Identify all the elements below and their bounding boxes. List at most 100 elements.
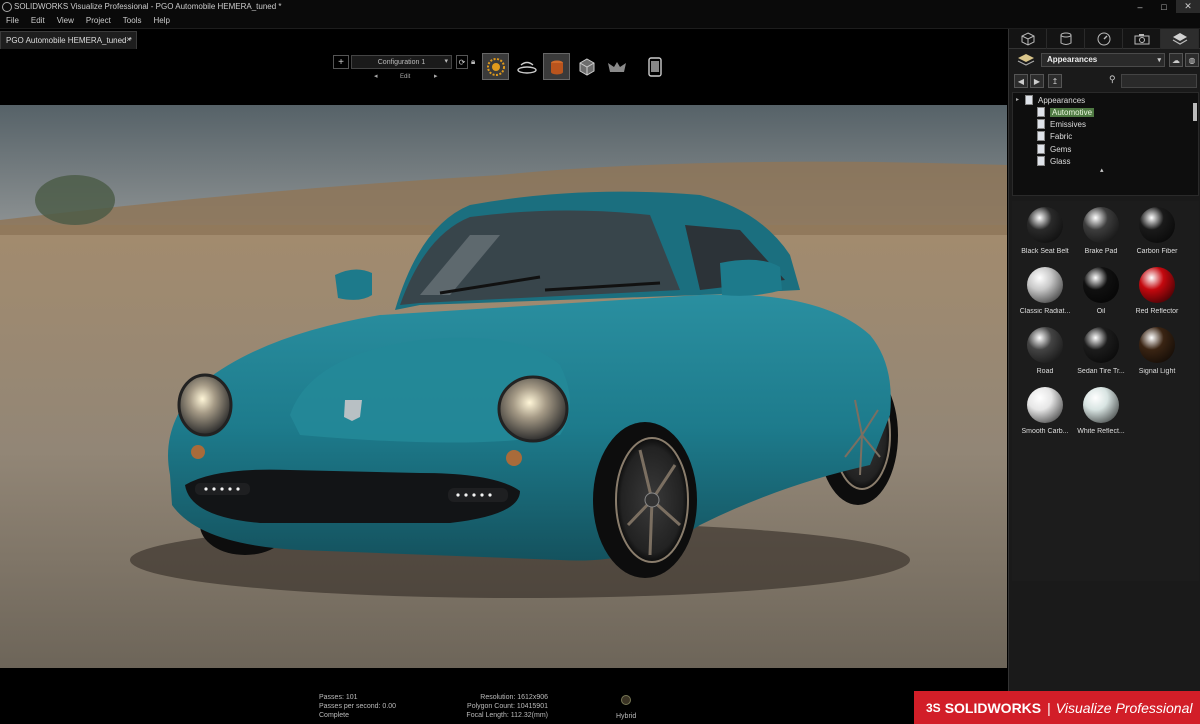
appearance-swatch[interactable]: Oil (1074, 267, 1128, 315)
library-dropdown[interactable]: Appearances ▾ (1041, 53, 1165, 67)
swatch-label: Red Reflector (1135, 308, 1179, 315)
window-controls: – □ ✕ (1128, 0, 1200, 13)
appearance-swatch[interactable]: Brake Pad (1074, 207, 1128, 255)
edit-label[interactable]: Edit (400, 74, 410, 80)
swatch-thumbnail (1083, 387, 1119, 423)
back-arrow-icon[interactable]: ◀ (1014, 74, 1028, 88)
render-mode-label[interactable]: Hybrid (616, 712, 636, 721)
swatch-thumbnail (1139, 327, 1175, 363)
tree-item-fabric[interactable]: Fabric (1037, 130, 1072, 142)
menu-bar: File Edit View Project Tools Help (0, 13, 1200, 29)
device-view-button[interactable] (641, 53, 668, 80)
cube-icon (579, 57, 594, 76)
brand-product: Visualize Professional (1055, 699, 1193, 716)
menu-project[interactable]: Project (80, 16, 117, 25)
ds-logo: 3S (926, 700, 941, 715)
swatch-label: White Reflect... (1077, 428, 1125, 435)
up-folder-icon[interactable]: ↥ (1048, 74, 1062, 88)
swatch-label: Black Seat Belt (1021, 248, 1069, 255)
render-mode-button[interactable] (482, 53, 509, 80)
tree-item-gems[interactable]: Gems (1037, 143, 1071, 155)
brand-separator: | (1047, 699, 1051, 716)
render-viewport[interactable] (0, 105, 1007, 668)
tab-scenes[interactable] (1085, 29, 1123, 49)
tab-models[interactable] (1009, 29, 1047, 49)
resolution-value: Resolution: 1612x906 (480, 694, 548, 701)
tab-close-button[interactable]: × (126, 35, 131, 44)
appearance-swatch[interactable]: Smooth Carb... (1018, 387, 1072, 435)
app-icon (2, 1, 12, 12)
sun-icon (486, 57, 505, 76)
swatch-thumbnail (1027, 387, 1063, 423)
collapse-icon[interactable]: ▸ (1016, 96, 1019, 103)
appearance-swatch[interactable]: Classic Radiat... (1018, 267, 1072, 315)
tree-item-glass[interactable]: Glass (1037, 155, 1070, 167)
car-render-image (0, 105, 1007, 668)
swatch-label: Carbon Fiber (1136, 248, 1178, 255)
swatch-thumbnail (1083, 207, 1119, 243)
turntable-icon (516, 61, 537, 74)
tab-cameras[interactable] (1123, 29, 1161, 49)
swatch-label: Smooth Carb... (1021, 428, 1069, 435)
cylinder-icon (1060, 32, 1071, 45)
swatch-label: Classic Radiat... (1019, 308, 1071, 315)
environment-mode-button[interactable] (603, 53, 630, 80)
swatch-thumbnail (1027, 207, 1063, 243)
menu-file[interactable]: File (0, 16, 25, 25)
cloud-library-button[interactable]: ☁ (1169, 53, 1183, 67)
tree-scrollbar[interactable] (1193, 95, 1197, 193)
folder-icon (1037, 131, 1045, 141)
model-icon (1021, 32, 1034, 46)
focal-length-value: Focal Length: 112.32(mm) (466, 712, 548, 719)
configuration-dropdown[interactable]: Configuration 1 ▾ (351, 55, 452, 69)
add-configuration-button[interactable]: + (333, 55, 349, 69)
globe-icon[interactable]: ◍ (1185, 53, 1199, 67)
hybrid-render-icon[interactable] (621, 695, 631, 705)
search-input[interactable] (1121, 74, 1197, 88)
refresh-icon[interactable]: ⟳ (456, 55, 468, 69)
menu-edit[interactable]: Edit (25, 16, 51, 25)
minimize-button[interactable]: – (1128, 0, 1152, 13)
swatch-thumbnail (1083, 267, 1119, 303)
model-mode-button[interactable] (573, 53, 600, 80)
close-button[interactable]: ✕ (1176, 0, 1200, 13)
menu-help[interactable]: Help (147, 16, 175, 25)
menu-tools[interactable]: Tools (117, 16, 148, 25)
lock-icon[interactable]: 🔒︎ (471, 57, 475, 67)
turntable-button[interactable] (513, 53, 540, 80)
solidworks-brand-logo: 3S SOLIDWORKS | Visualize Professional (914, 691, 1200, 724)
tablet-icon (647, 56, 662, 77)
swatch-label: Road (1036, 368, 1054, 375)
prev-configuration-button[interactable]: ◂ (374, 72, 378, 80)
menu-view[interactable]: View (51, 16, 80, 25)
configuration-value: Configuration 1 (377, 58, 426, 66)
tab-appearances-3d[interactable] (1047, 29, 1085, 49)
document-tab[interactable]: PGO Automobile HEMERA_tuned * × (0, 31, 137, 49)
appearance-swatch[interactable]: White Reflect... (1074, 387, 1128, 435)
forward-arrow-icon[interactable]: ▶ (1030, 74, 1044, 88)
swatch-label: Signal Light (1138, 368, 1176, 375)
tree-item-root[interactable]: Appearances (1025, 94, 1085, 106)
scene-stats: Resolution: 1612x906 Polygon Count: 1041… (462, 693, 548, 720)
swatch-thumbnail (1027, 267, 1063, 303)
appearance-swatch[interactable]: Signal Light (1130, 327, 1184, 375)
next-configuration-button[interactable]: ▸ (434, 72, 438, 80)
appearance-swatch[interactable]: Road (1018, 327, 1072, 375)
tree-item-emissives[interactable]: Emissives (1037, 118, 1086, 130)
palette-panel: Appearances ▾ ☁ ◍ ◀ ▶ ↥ ⚲ ▸ Appearances … (1008, 29, 1200, 724)
tab-libraries[interactable] (1161, 29, 1199, 49)
appearance-swatch[interactable]: Sedan Tire Tr... (1074, 327, 1128, 375)
toolbar: + Configuration 1 ▾ ◂ Edit ▸ ⟳ 🔒︎ (0, 49, 1007, 105)
maximize-button[interactable]: □ (1152, 0, 1176, 13)
appearance-swatch[interactable]: Red Reflector (1130, 267, 1184, 315)
tree-item-automotive[interactable]: Automotive (1037, 106, 1095, 118)
passes-per-second-value: Passes per second: 0.00 (319, 703, 397, 710)
splitter-handle[interactable]: ▴ (1100, 166, 1104, 174)
appearance-swatch[interactable]: Carbon Fiber (1130, 207, 1184, 255)
appearance-swatch[interactable]: Black Seat Belt (1018, 207, 1072, 255)
appearance-mode-button[interactable] (543, 53, 570, 80)
folder-icon (1037, 107, 1045, 117)
scrollbar-thumb[interactable] (1193, 103, 1197, 121)
folder-icon (1025, 95, 1033, 105)
status-bar: Passes: 101 Passes per second: 0.00 Comp… (0, 668, 1007, 724)
